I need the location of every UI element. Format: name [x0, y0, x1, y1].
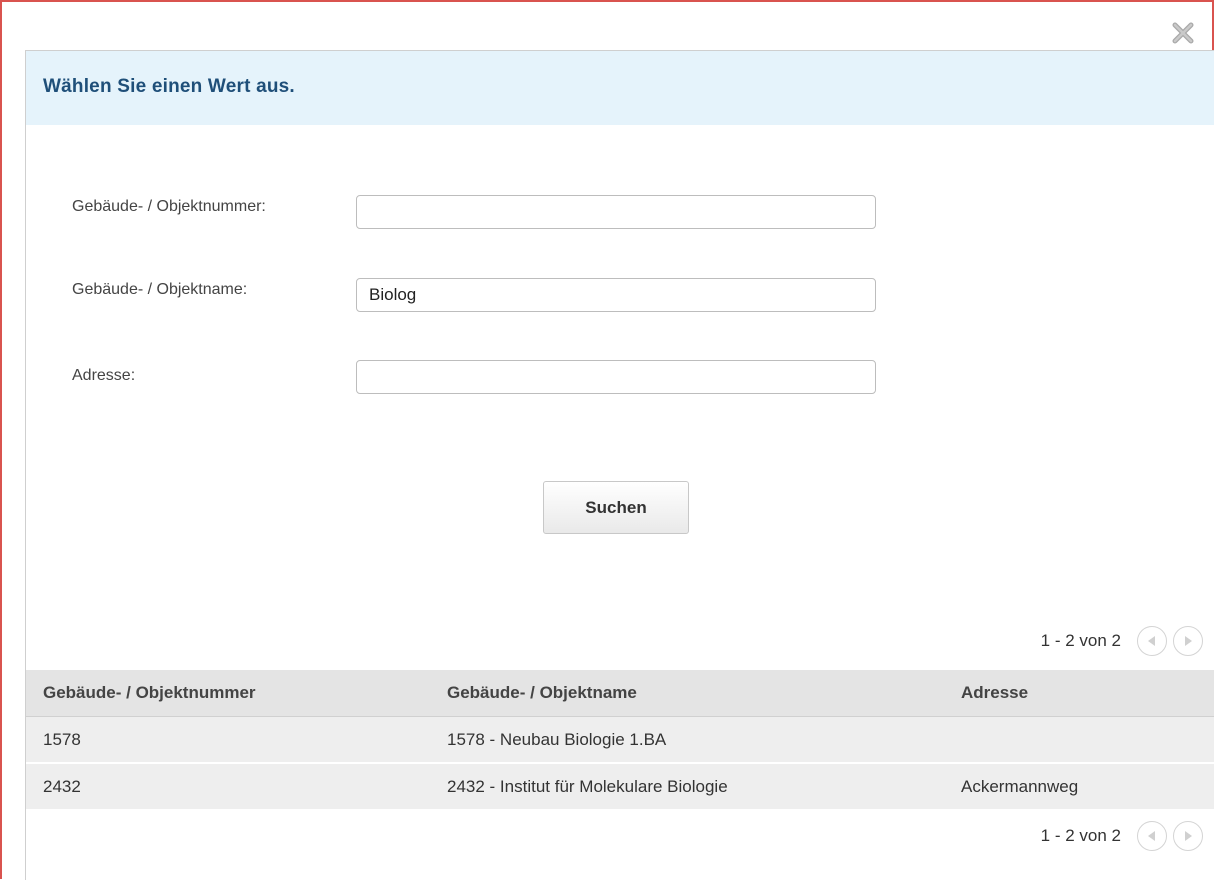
value-picker-dialog: Wählen Sie einen Wert aus. Gebäude- / Ob…: [25, 50, 1214, 880]
arrow-left-icon: [1148, 636, 1155, 646]
pager-text: 1 - 2 von 2: [1040, 631, 1121, 650]
close-button[interactable]: [1170, 20, 1196, 46]
cell-address: Ackermannweg: [944, 763, 1214, 811]
cell-building-number: 2432: [26, 763, 430, 811]
next-page-button[interactable]: [1173, 626, 1203, 656]
pager-text: 1 - 2 von 2: [1040, 826, 1121, 845]
previous-page-button[interactable]: [1137, 626, 1167, 656]
close-icon: [1172, 22, 1194, 44]
dialog-title: Wählen Sie einen Wert aus.: [43, 76, 295, 97]
search-button[interactable]: Suchen: [543, 481, 689, 534]
frame-border-top: [0, 0, 1214, 2]
pager-bottom: 1 - 2 von 2: [1041, 819, 1203, 853]
dialog-header: Wählen Sie einen Wert aus.: [26, 51, 1214, 125]
frame-border-left: [0, 0, 2, 879]
column-header-building-name[interactable]: Gebäude- / Objektname: [430, 670, 944, 717]
cell-building-name: 1578 - Neubau Biologie 1.BA: [430, 716, 944, 764]
table-header-row: Gebäude- / Objektnummer Gebäude- / Objek…: [26, 670, 1214, 717]
table-row[interactable]: 2432 2432 - Institut für Molekulare Biol…: [26, 763, 1214, 811]
arrow-right-icon: [1185, 636, 1192, 646]
column-header-building-number[interactable]: Gebäude- / Objektnummer: [26, 670, 430, 717]
next-page-button[interactable]: [1173, 821, 1203, 851]
pager-top: 1 - 2 von 2: [1041, 624, 1203, 658]
arrow-left-icon: [1148, 831, 1155, 841]
building-name-label: Gebäude- / Objektname:: [72, 281, 248, 298]
arrow-right-icon: [1185, 831, 1192, 841]
cell-building-name: 2432 - Institut für Molekulare Biologie: [430, 763, 944, 811]
previous-page-button[interactable]: [1137, 821, 1167, 851]
column-header-address[interactable]: Adresse: [944, 670, 1214, 717]
cell-building-number: 1578: [26, 716, 430, 764]
address-input[interactable]: [356, 360, 876, 394]
building-number-input[interactable]: [356, 195, 876, 229]
results-table: Gebäude- / Objektnummer Gebäude- / Objek…: [26, 670, 1214, 811]
cell-address: [944, 716, 1214, 764]
building-number-label: Gebäude- / Objektnummer:: [72, 198, 266, 215]
table-row[interactable]: 1578 1578 - Neubau Biologie 1.BA: [26, 716, 1214, 764]
address-label: Adresse:: [72, 367, 136, 384]
building-name-input[interactable]: [356, 278, 876, 312]
